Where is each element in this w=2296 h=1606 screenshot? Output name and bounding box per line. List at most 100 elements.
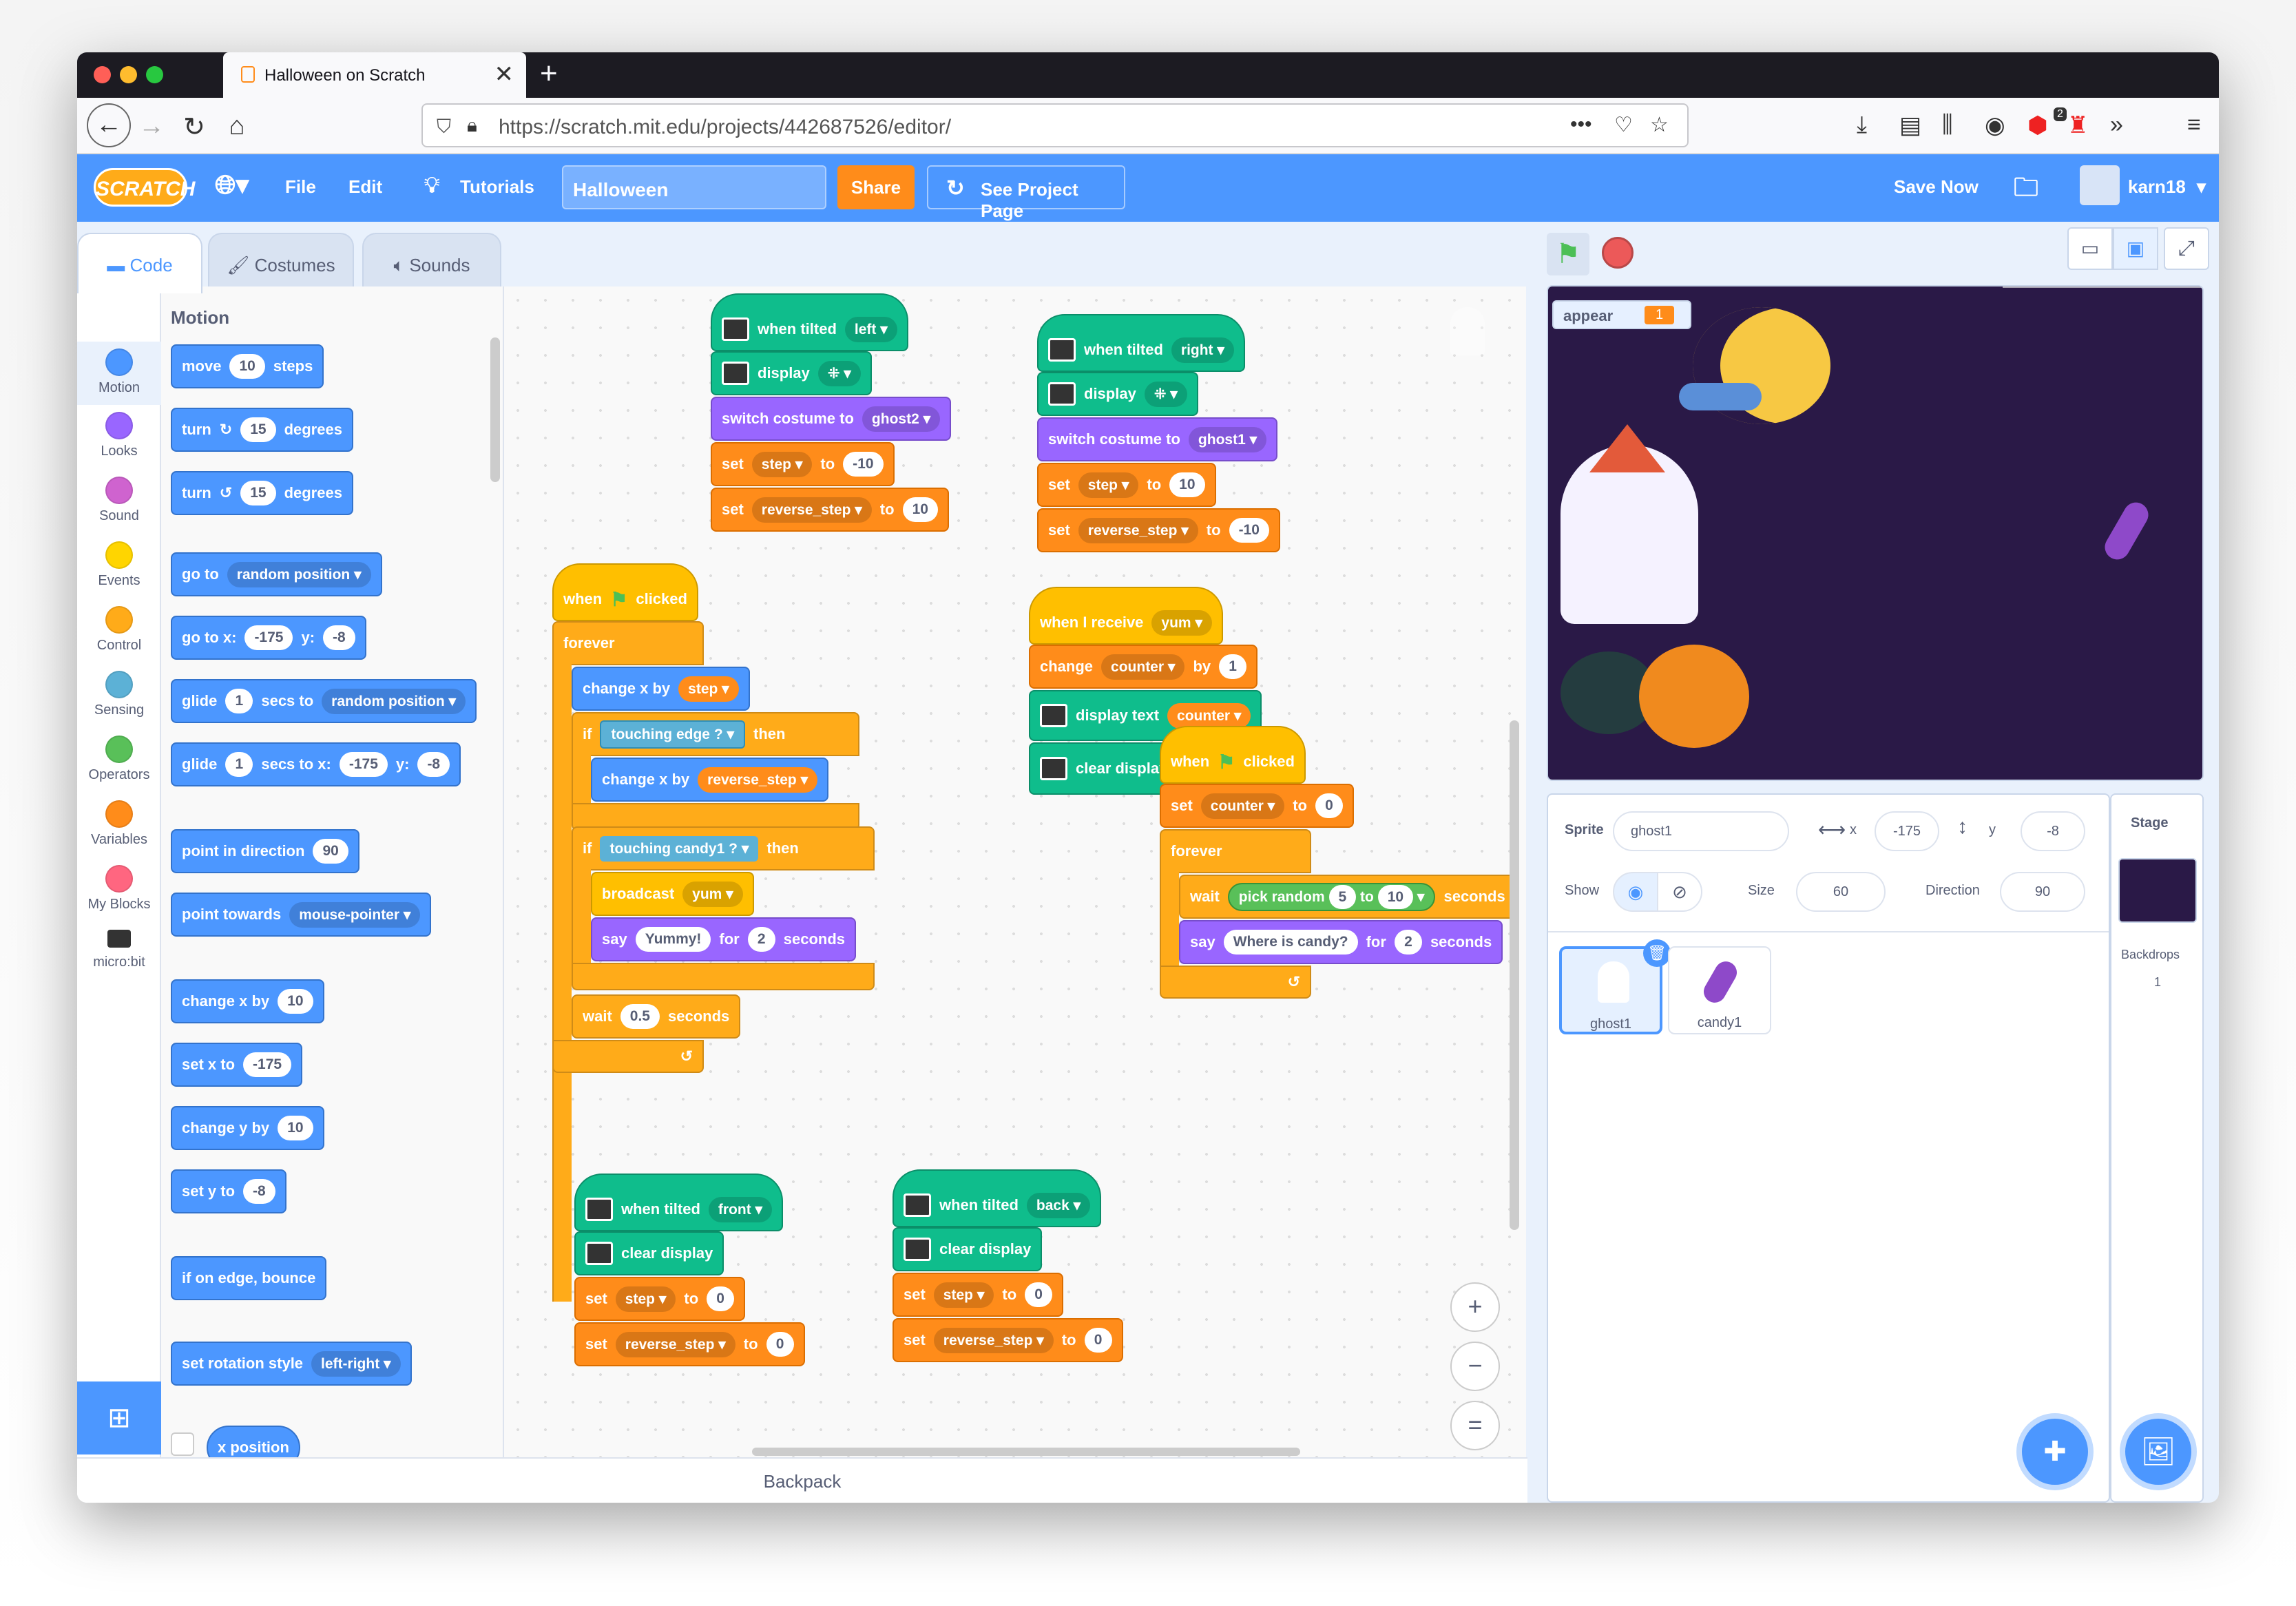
glide-block[interactable]: glide 1 secs to random position <box>171 679 477 723</box>
block-input[interactable]: 2 <box>1394 930 1422 955</box>
forward-arrow-icon[interactable]: → <box>136 112 167 141</box>
add-extension-button[interactable]: ⊞ <box>77 1381 161 1454</box>
y-input[interactable]: -8 <box>2021 811 2085 851</box>
wait-block[interactable]: wait 0.5 seconds <box>572 994 741 1039</box>
block-dropdown[interactable]: reverse_step <box>933 1327 1054 1353</box>
switch-costume-block[interactable]: switch costume to ghost2 <box>711 397 952 441</box>
block-dropdown[interactable]: right <box>1171 337 1234 363</box>
led-pattern-icon[interactable]: ⁜ <box>817 360 861 386</box>
wait-block[interactable]: wait pick random 5 to 10 seconds <box>1179 875 1516 919</box>
choose-backdrop-button[interactable]: 🖼︎ <box>2125 1419 2191 1485</box>
category-events[interactable]: Events <box>77 541 161 589</box>
variable-reporter[interactable]: counter <box>1167 702 1251 729</box>
chevron-down-icon[interactable]: ▾ <box>2197 176 2206 198</box>
point-in-direction-block[interactable]: point in direction 90 <box>171 829 359 873</box>
set-variable-block[interactable]: setstepto 0 <box>574 1277 746 1321</box>
candy-sprite[interactable] <box>2100 498 2153 564</box>
bounce-block[interactable]: if on edge, bounce <box>171 1256 327 1300</box>
block-input[interactable]: 0.5 <box>620 1004 660 1029</box>
broadcast-block[interactable]: broadcast yum <box>591 872 754 916</box>
block-dropdown[interactable]: mouse-pointer <box>289 901 421 928</box>
block-dropdown[interactable]: left-right <box>311 1350 401 1377</box>
block-dropdown[interactable]: reverse_step <box>615 1331 735 1357</box>
scratch-logo[interactable]: SCRATCH <box>94 168 195 207</box>
when-tilted-block[interactable]: when tilted left <box>711 293 908 351</box>
change-variable-block[interactable]: change counter by 1 <box>1029 645 1258 689</box>
display-block[interactable]: display ⁜ <box>711 351 872 395</box>
block-dropdown[interactable]: yum <box>1151 609 1212 636</box>
go-to-block[interactable]: go to random position <box>171 552 382 596</box>
block-input[interactable]: -175 <box>244 625 293 650</box>
block-input[interactable]: 10 <box>902 497 938 522</box>
block-dropdown[interactable]: counter <box>1101 654 1185 680</box>
when-tilted-block[interactable]: when tilted front <box>574 1174 784 1231</box>
block-input[interactable]: -8 <box>417 752 450 777</box>
sprite-thumbnail-ghost1[interactable]: ghost1 🗑︎ <box>1559 939 1671 1034</box>
new-tab-button[interactable]: + <box>540 56 558 91</box>
touching-candy-boolean[interactable]: touching candy1 ? <box>600 835 759 862</box>
tutorials-menu[interactable]: Tutorials <box>460 176 534 198</box>
block-dropdown[interactable]: ghost1 <box>1188 426 1267 452</box>
block-dropdown[interactable]: counter <box>1200 793 1285 819</box>
category-variables[interactable]: Variables <box>77 800 161 848</box>
block-dropdown[interactable]: step <box>933 1282 994 1308</box>
palette-scrollbar[interactable] <box>490 337 500 482</box>
say-for-seconds-block[interactable]: say Where is candy? for 2 seconds <box>1179 920 1503 964</box>
variable-reporter[interactable]: reverse_step <box>698 766 818 793</box>
set-variable-block[interactable]: set reverse_step to -10 <box>1037 508 1280 552</box>
trash-icon[interactable]: 🗑︎ <box>1643 939 1671 967</box>
block-input[interactable]: 10 <box>1377 884 1414 909</box>
forever-block[interactable]: forever <box>552 621 704 665</box>
glide-xy-block[interactable]: glide 1 secs to x: -175 y: -8 <box>171 742 461 786</box>
pick-random-reporter[interactable]: pick random 5 to 10 <box>1227 882 1436 911</box>
block-dropdown[interactable]: step <box>1078 472 1139 498</box>
category-sound[interactable]: Sound <box>77 477 161 524</box>
block-input[interactable]: 1 <box>225 752 253 777</box>
x-position-block[interactable]: x position <box>207 1426 300 1457</box>
set-y-block[interactable]: set y to -8 <box>171 1169 286 1213</box>
zoom-reset-button[interactable]: = <box>1450 1401 1500 1450</box>
block-dropdown[interactable]: yum <box>682 881 743 907</box>
share-button[interactable]: Share <box>837 165 915 209</box>
block-input[interactable]: 10 <box>229 354 265 379</box>
account-icon[interactable]: ◉ <box>1985 112 2005 139</box>
block-input[interactable]: 5 <box>1328 884 1357 909</box>
hamburger-menu-icon[interactable]: ≡ <box>2187 112 2201 138</box>
block-input[interactable]: 15 <box>240 481 276 505</box>
block-input[interactable]: -8 <box>323 625 355 650</box>
change-y-block[interactable]: change y by 10 <box>171 1106 324 1150</box>
address-bar[interactable]: ⛉ 🔒︎ https://scratch.mit.edu/projects/44… <box>421 103 1689 147</box>
stop-button[interactable] <box>1602 237 1634 269</box>
block-input[interactable]: Yummy! <box>635 927 711 952</box>
category-motion[interactable]: Motion <box>77 342 161 405</box>
display-block[interactable]: display ⁜ <box>1037 372 1198 416</box>
code-workspace[interactable]: when tilted left display ⁜ switch costume … <box>504 286 1526 1457</box>
move-steps-block[interactable]: move 10 steps <box>171 344 324 388</box>
size-input[interactable]: 60 <box>1796 872 1886 912</box>
led-pattern-icon[interactable]: ⁜ <box>1144 381 1187 407</box>
reader-view-icon[interactable]: ▤ <box>1899 112 1921 139</box>
lock-icon[interactable]: 🔒︎ <box>467 114 477 137</box>
block-input[interactable]: Where is candy? <box>1223 930 1358 955</box>
block-input[interactable]: 90 <box>313 839 348 864</box>
block-input[interactable]: 0 <box>1084 1328 1112 1353</box>
see-project-page-button[interactable]: ↻ See Project Page <box>927 165 1125 221</box>
tab-code[interactable]: ▬ Code <box>77 233 202 293</box>
say-for-seconds-block[interactable]: say Yummy! for 2 seconds <box>591 917 857 961</box>
set-variable-block[interactable]: setstepto -10 <box>711 442 895 486</box>
avatar[interactable] <box>2080 165 2120 205</box>
back-arrow-icon[interactable]: ← <box>87 103 131 147</box>
browser-tab[interactable]: Halloween on Scratch ✕ <box>223 52 526 98</box>
close-window-button[interactable] <box>94 66 111 83</box>
direction-input[interactable]: 90 <box>2000 872 2085 912</box>
change-x-block[interactable]: change x by step <box>572 667 750 711</box>
category-looks[interactable]: Looks <box>77 412 161 459</box>
block-input[interactable]: 15 <box>240 417 276 442</box>
block-dropdown[interactable]: ghost2 <box>862 406 941 432</box>
clear-display-block[interactable]: clear display <box>1029 742 1179 795</box>
set-variable-block[interactable]: set reverse_step to 0 <box>893 1318 1123 1362</box>
set-variable-block[interactable]: set counter to 0 <box>1160 784 1354 828</box>
category-control[interactable]: Control <box>77 606 161 654</box>
home-icon[interactable]: ⌂ <box>222 112 252 141</box>
tab-costumes[interactable]: 🖌︎ Costumes <box>208 233 354 293</box>
